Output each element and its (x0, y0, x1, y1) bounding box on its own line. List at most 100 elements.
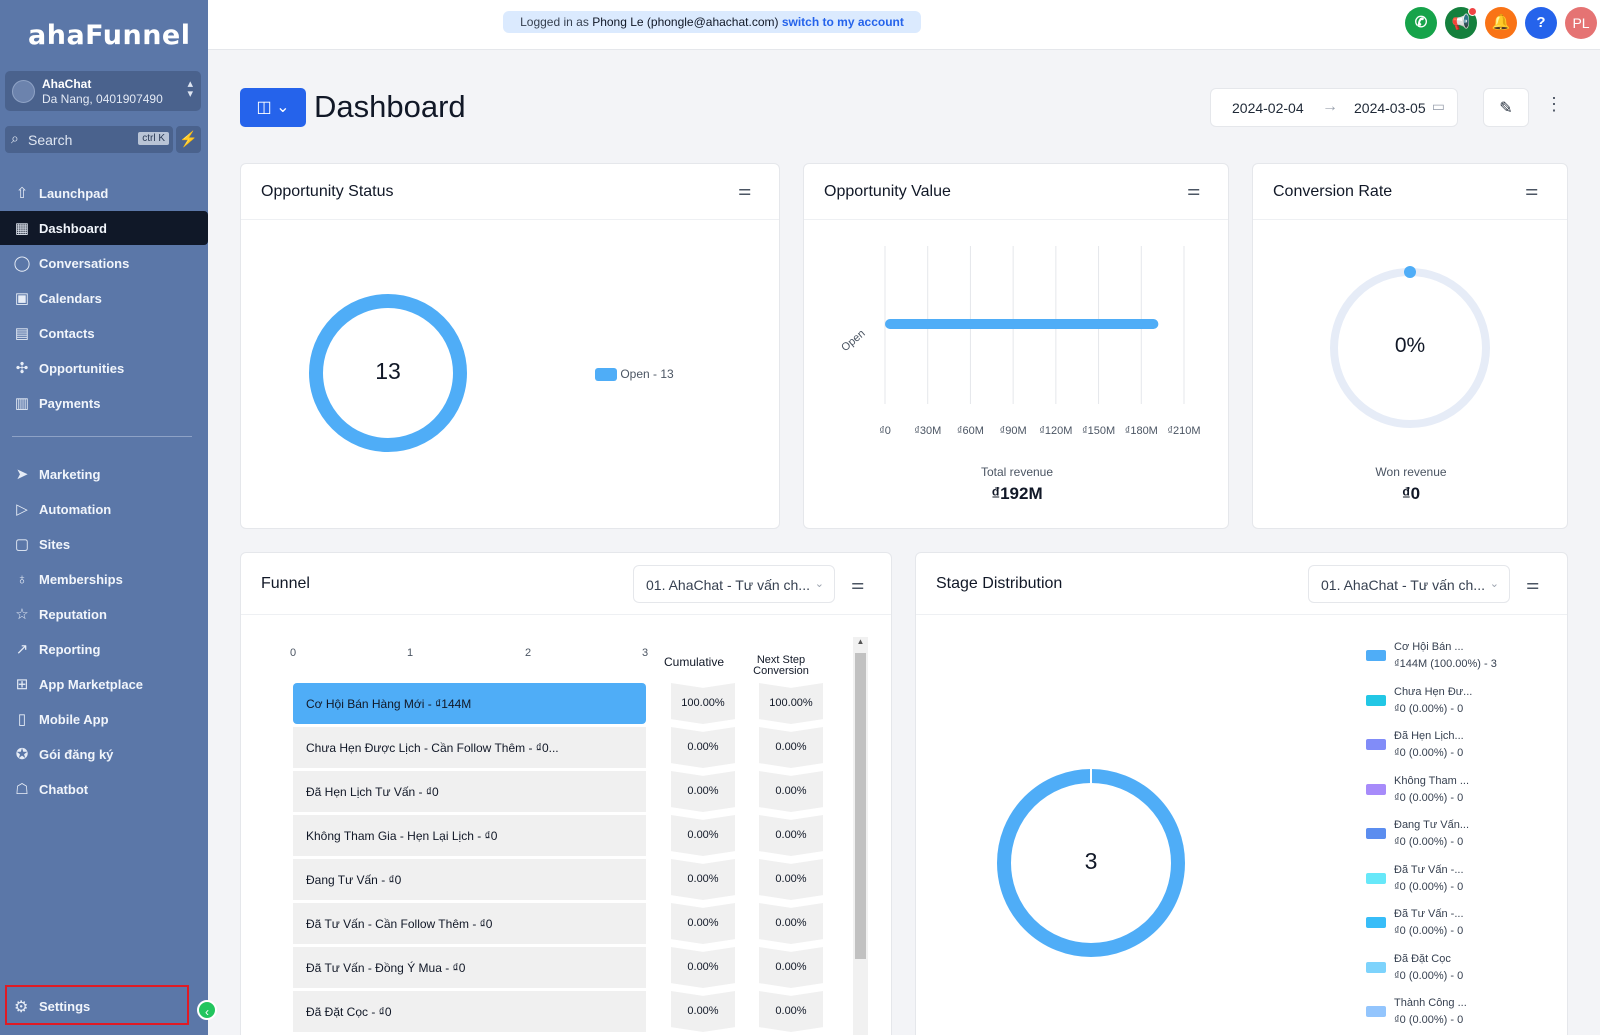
scroll-up-icon[interactable]: ▲ (853, 637, 868, 651)
announcements-button[interactable]: 📢 (1445, 7, 1477, 39)
funnel-axis: 0 1 2 3 (290, 647, 648, 661)
legend-stage-name: Đã Tư Vấn -... (1394, 863, 1464, 876)
filter-icon[interactable]: ⚌ (851, 575, 864, 593)
sidebar-item-reporting[interactable]: ↗ Reporting (0, 632, 208, 666)
sidebar-item-launchpad[interactable]: ⇧ Launchpad (0, 176, 208, 210)
legend-stage-detail: ₫0 (0.00%) - 0 (1394, 747, 1464, 759)
location-avatar (12, 80, 35, 103)
edit-dashboard-button[interactable]: ✎ (1483, 88, 1529, 127)
user-avatar[interactable]: PL (1565, 7, 1597, 39)
collapse-sidebar-button[interactable]: ‹ (197, 1000, 217, 1020)
help-button[interactable]: ? (1525, 7, 1557, 39)
sidebar-divider (12, 436, 192, 437)
sidebar-item-chatbot[interactable]: ☖ Chatbot (0, 772, 208, 806)
funnel-row[interactable]: Đã Tư Vấn - Cần Follow Thêm - ₫0 (293, 903, 646, 944)
impersonated-user: Phong Le (phongle@ahachat.com) (592, 15, 779, 29)
impersonation-prefix: Logged in as (520, 15, 589, 29)
legend-stage-name: Không Tham ... (1394, 774, 1470, 787)
sidebar-item-automation[interactable]: ▷ Automation (0, 492, 208, 526)
chevron-updown-icon: ▴ ▾ (187, 78, 193, 100)
grid-icon: ▦ (14, 220, 30, 237)
more-options-icon[interactable]: ⋮ (1545, 94, 1563, 115)
network-icon: ✣ (15, 360, 29, 377)
funnel-row[interactable]: Cơ Hội Bán Hàng Mới - ₫144M (293, 683, 646, 724)
dashboard-switcher-button[interactable]: ◫ ⌄ (240, 88, 306, 127)
sidebar-item-mobile-app[interactable]: ▯ Mobile App (0, 702, 208, 736)
sidebar-item-marketing[interactable]: ➤ Marketing (0, 457, 208, 491)
sidebar-item-app-marketplace[interactable]: ⊞ App Marketplace (0, 667, 208, 701)
sidebar-item-sites[interactable]: ▢ Sites (0, 527, 208, 561)
funnel-row-label: Đã Tư Vấn - Đồng Ý Mua - ₫0 (306, 961, 466, 975)
sidebar-item-reputation[interactable]: ☆ Reputation (0, 597, 208, 631)
sidebar-item-label: Payments (39, 396, 101, 411)
funnel-row[interactable]: Chưa Hẹn Được Lịch - Cần Follow Thêm - ₫… (293, 727, 646, 768)
legend-item-open[interactable]: Open - 13 (595, 367, 674, 382)
sidebar-item-payments[interactable]: ▥ Payments (0, 386, 208, 420)
conversion-rate-value: 0% (1394, 334, 1426, 357)
pipeline-select[interactable]: 01. AhaChat - Tư vấn ch... ⌄ (633, 565, 835, 603)
total-revenue-label: Total revenue (980, 465, 1054, 479)
funnel-row[interactable]: Đang Tư Vấn - ₫0 (293, 859, 646, 900)
sidebar-item-label: Opportunities (39, 361, 125, 376)
sidebar-item-memberships[interactable]: ♁ Memberships (0, 562, 208, 596)
conversion-rate-card: Conversion Rate ⚌ 0% Won revenue ₫0 (1252, 163, 1568, 529)
funnel-row[interactable]: Đã Tư Vấn - Đồng Ý Mua - ₫0 (293, 947, 646, 988)
legend-swatch (1366, 1006, 1386, 1017)
sidebar-item-subscription[interactable]: ✪ Gói đăng ký (0, 737, 208, 771)
next-step-cell: 0.00% (759, 947, 823, 988)
funnel-row-label: Cơ Hội Bán Hàng Mới - ₫144M (306, 697, 472, 711)
bar-open[interactable] (885, 319, 1159, 329)
sidebar-item-label: Marketing (39, 467, 101, 482)
x-tick-label: ₫60M (957, 425, 984, 437)
sidebar-item-conversations[interactable]: ◯ Conversations (0, 246, 208, 280)
funnel-scrollbar[interactable]: ▲ (853, 637, 868, 1035)
contacts-icon: ▤ (14, 325, 30, 342)
x-tick-label: ₫30M (914, 425, 941, 437)
sidebar-item-opportunities[interactable]: ✣ Opportunities (0, 351, 208, 385)
search-box[interactable]: ⌕ Search ctrl K (5, 126, 173, 153)
legend-swatch (1366, 739, 1386, 750)
col-header-line: Conversion (753, 665, 809, 677)
trend-icon: ↗ (15, 641, 29, 658)
sidebar-item-label: Memberships (39, 572, 123, 587)
phone-button[interactable]: ✆ (1405, 7, 1437, 39)
won-revenue-label: Won revenue (1375, 465, 1447, 479)
scrollbar-thumb[interactable] (855, 653, 866, 959)
legend-stage-detail: ₫0 (0.00%) - 0 (1394, 702, 1464, 715)
opportunity-value-chart: ₫0 ₫30M ₫60M ₫90M ₫120M ₫150M ₫180M ₫210M Open (839, 246, 1201, 437)
unread-dot (1468, 7, 1477, 16)
sidebar-item-label: Chatbot (39, 782, 89, 797)
robot-icon: ☖ (15, 781, 29, 798)
calendar-icon: ▭ (1431, 98, 1445, 114)
legend-stage-detail: ₫0 (0.00%) - 0 (1394, 791, 1464, 804)
funnel-row-label: Chưa Hẹn Được Lịch - Cần Follow Thêm - ₫… (306, 741, 559, 755)
quick-action-bolt-icon[interactable]: ⚡ (176, 126, 201, 153)
apps-icon: ⊞ (15, 676, 29, 693)
sidebar-item-calendars[interactable]: ▣ Calendars (0, 281, 208, 315)
question-icon: ? (1536, 14, 1546, 31)
sidebar-item-dashboard[interactable]: ▦ Dashboard (0, 211, 208, 245)
legend-stage-detail: ₫0 (0.00%) - 0 (1394, 880, 1464, 893)
chat-icon: ◯ (13, 255, 31, 272)
legend-swatch (1366, 694, 1386, 706)
sidebar-item-settings[interactable]: ⚙ Settings (5, 985, 189, 1025)
award-icon: ✪ (15, 746, 29, 763)
switch-account-link[interactable]: switch to my account (782, 15, 904, 29)
funnel-row[interactable]: Đã Đặt Cọc - ₫0 (293, 991, 646, 1032)
search-shortcut: ctrl K (138, 132, 169, 145)
sidebar-item-label: Settings (39, 999, 91, 1014)
sidebar-item-contacts[interactable]: ▤ Contacts (0, 316, 208, 350)
mobile-icon: ▯ (17, 711, 27, 728)
date-range-picker[interactable]: 2024-02-04 → 2024-03-05 ▭ (1210, 88, 1458, 127)
layout-icon: ◫ ⌄ (256, 99, 290, 116)
app-logo[interactable]: ahaFunnel (28, 20, 191, 51)
x-tick-label: ₫180M (1125, 425, 1158, 437)
filter-icon[interactable]: ⚌ (1187, 181, 1200, 199)
star-icon: ☆ (15, 606, 29, 623)
account-switcher[interactable]: AhaChat Da Nang, 0401907490 ▴ ▾ (5, 71, 201, 111)
notifications-button[interactable]: 🔔 (1485, 7, 1517, 39)
impersonation-banner: Logged in as Phong Le (phongle@ahachat.c… (503, 11, 921, 33)
funnel-row[interactable]: Đã Hẹn Lịch Tư Vấn - ₫0 (293, 771, 646, 812)
pipeline-select-value: 01. AhaChat - Tư vấn ch... (646, 577, 810, 593)
funnel-row[interactable]: Không Tham Gia - Hẹn Lại Lịch - ₫0 (293, 815, 646, 856)
